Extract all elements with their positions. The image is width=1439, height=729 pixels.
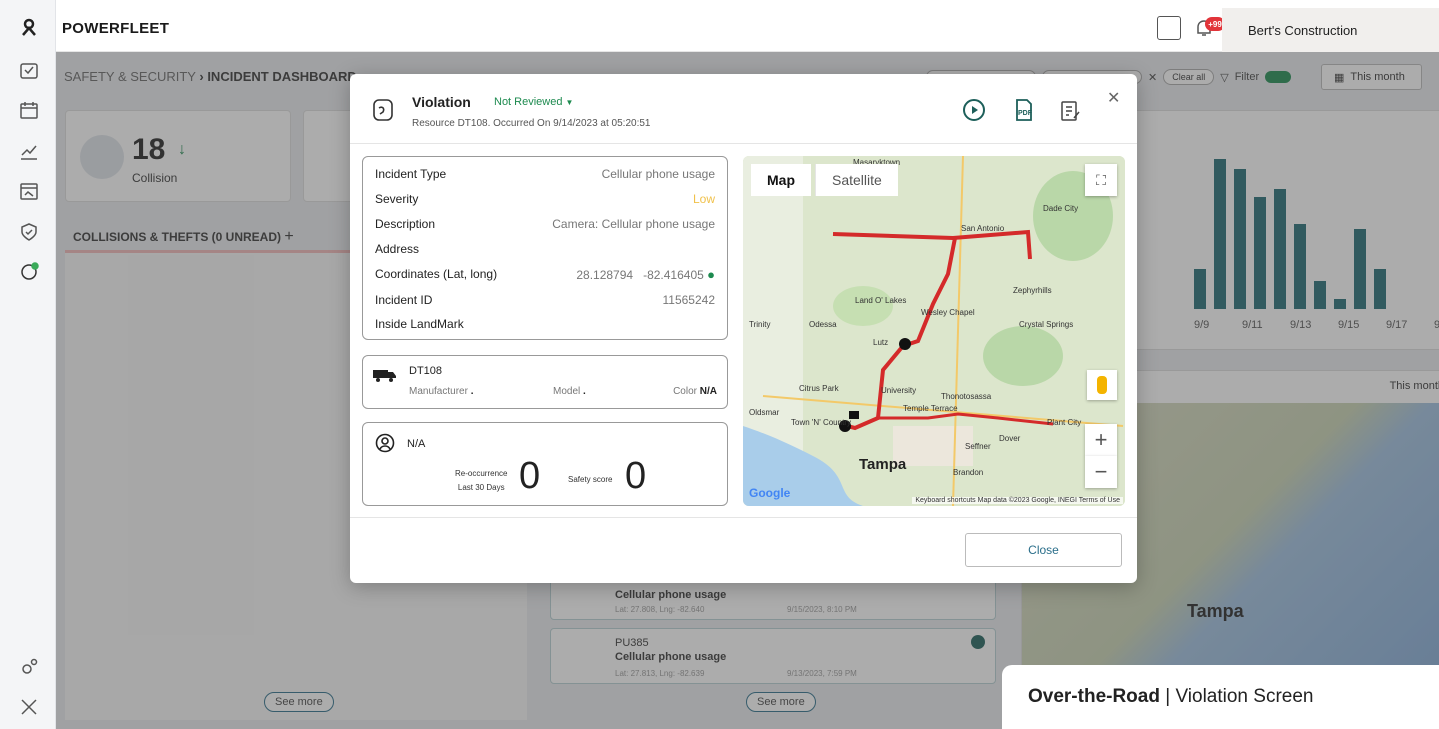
truck-icon	[373, 370, 396, 382]
map-place-label: Seffner	[965, 442, 991, 451]
driver-name: N/A	[407, 438, 426, 450]
powerfleet-logo-icon[interactable]	[18, 16, 40, 38]
map-city-label: Tampa	[859, 456, 907, 473]
map-place-label: Oldsmar	[749, 408, 780, 417]
clipboard-edit-icon[interactable]	[1058, 98, 1082, 122]
map-place-label: Lutz	[873, 338, 889, 347]
color-field: Color N/A	[673, 386, 717, 397]
reoccurrence-label: Re-occurrence Last 30 Days	[455, 469, 508, 492]
device-report-icon[interactable]	[1157, 16, 1181, 40]
map-place-label: Dade City	[1043, 204, 1079, 213]
driver-avatar-icon	[375, 433, 395, 453]
map-place-label: San Antonio	[961, 224, 1005, 233]
map-place-label: Odessa	[809, 320, 837, 329]
zoom-out-icon[interactable]: −	[1085, 456, 1117, 488]
vehicle-name: DT108	[409, 365, 443, 377]
satellite-tab[interactable]: Satellite	[815, 164, 898, 196]
shield-check-icon[interactable]	[18, 221, 40, 243]
detail-row-description: Description Camera: Cellular phone usage	[375, 217, 715, 231]
map-place-label: University	[881, 386, 917, 395]
report-icon[interactable]	[18, 180, 40, 202]
modal-title: Violation	[412, 94, 471, 110]
incident-details-card: Incident Type Cellular phone usage Severi…	[362, 156, 728, 340]
detail-row-address: Address	[375, 242, 420, 256]
svg-text:PDF: PDF	[1018, 110, 1033, 117]
review-status-dropdown[interactable]: Not Reviewed ▼	[494, 96, 573, 108]
left-nav-rail	[0, 0, 56, 729]
modal-subtitle: Resource DT108. Occurred On 9/14/2023 at…	[412, 118, 651, 129]
caption-banner: Over-the-Road | Violation Screen	[1002, 665, 1439, 729]
modal-footer-divider	[350, 517, 1137, 518]
caret-down-icon: ▼	[565, 98, 574, 107]
incident-route-map[interactable]: Masaryktown Dade City San Antonio Land O…	[743, 156, 1125, 506]
map-place-label: Citrus Park	[799, 384, 839, 393]
tools-icon[interactable]	[18, 696, 40, 718]
calendar-star-icon[interactable]	[18, 99, 40, 121]
close-icon[interactable]: ✕	[1107, 88, 1120, 108]
fullscreen-icon[interactable]: ⛶	[1085, 164, 1117, 196]
analytics-icon[interactable]	[18, 140, 40, 162]
map-place-label: Thonotosassa	[941, 392, 992, 401]
vehicle-card: DT108 Manufacturer . Model . Color N/A	[362, 355, 728, 409]
model-field: Model .	[553, 386, 586, 397]
safety-security-icon[interactable]	[18, 260, 40, 282]
detail-row-severity: Severity Low	[375, 192, 715, 206]
map-icon[interactable]	[18, 60, 40, 82]
detail-row-incident-id: Incident ID 11565242	[375, 293, 715, 307]
map-place-label: Dover	[999, 434, 1021, 443]
location-pin-icon[interactable]: ●	[707, 267, 715, 282]
violation-modal: Violation Not Reviewed ▼ Resource DT108.…	[350, 74, 1137, 583]
map-place-label: Brandon	[953, 468, 984, 477]
zoom-in-icon[interactable]: +	[1085, 424, 1117, 456]
phone-hand-icon	[373, 99, 393, 121]
map-place-label: Wesley Chapel	[921, 308, 975, 317]
map-place-label: Land O' Lakes	[855, 296, 907, 305]
map-place-label: Town 'N' Country	[791, 418, 851, 427]
pdf-icon[interactable]: PDF	[1012, 98, 1036, 122]
safety-score-label: Safety score	[568, 475, 613, 484]
manufacturer-field: Manufacturer .	[409, 386, 474, 397]
map-place-label: Plant City	[1047, 418, 1082, 427]
safety-score-value: 0	[625, 455, 647, 497]
modal-header: Violation Not Reviewed ▼ Resource DT108.…	[350, 74, 1137, 144]
reoccurrence-value: 0	[519, 455, 541, 497]
brand-logo: POWERFLEET	[62, 20, 170, 37]
detail-row-landmark: Inside LandMark	[375, 317, 464, 331]
map-place-label: Temple Terrace	[903, 404, 958, 413]
map-tab[interactable]: Map	[751, 164, 811, 196]
settings-gears-icon[interactable]	[18, 656, 40, 678]
street-view-pegman-icon[interactable]	[1087, 370, 1117, 400]
map-place-label: Trinity	[749, 320, 771, 329]
detail-row-coordinates: Coordinates (Lat, long) 28.128794 -82.41…	[375, 267, 715, 282]
caption-rest: | Violation Screen	[1159, 686, 1314, 707]
driver-card: N/A Re-occurrence Last 30 Days 0 Safety s…	[362, 422, 728, 506]
map-place-label: Zephyrhills	[1013, 286, 1052, 295]
play-video-icon[interactable]	[962, 98, 986, 122]
google-logo: Google	[749, 486, 791, 500]
map-place-label: Crystal Springs	[1019, 320, 1074, 329]
caption-bold: Over-the-Road	[1028, 686, 1160, 707]
map-attribution[interactable]: Keyboard shortcuts Map data ©2023 Google…	[912, 497, 1123, 504]
organization-selector[interactable]: Bert's Construction	[1222, 8, 1439, 52]
close-button[interactable]: Close	[965, 533, 1122, 567]
detail-row-incident-type: Incident Type Cellular phone usage	[375, 167, 715, 181]
